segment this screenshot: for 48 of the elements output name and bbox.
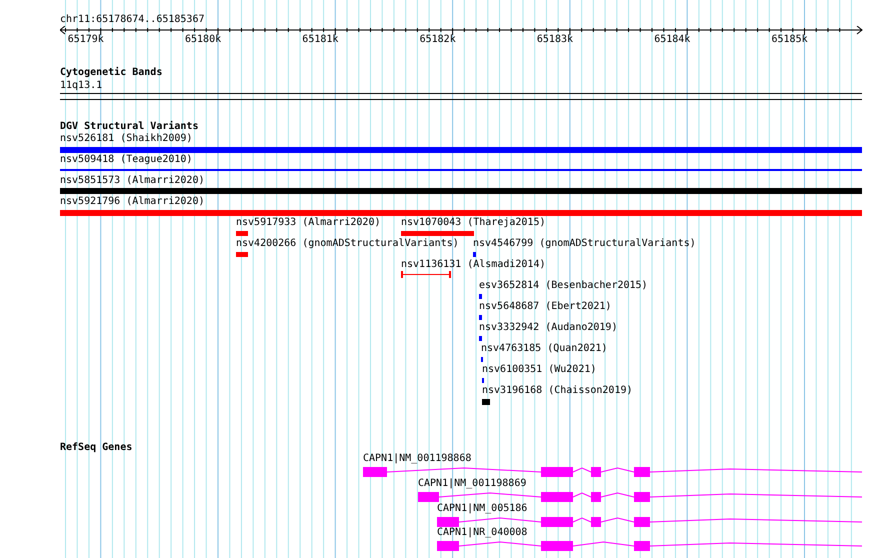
variant-bar[interactable] — [482, 399, 490, 405]
variant-label: nsv5648687 (Ebert2021) — [479, 301, 612, 313]
variant-bar[interactable] — [60, 210, 862, 216]
gene-label: CAPN1|NM_001198869 — [418, 478, 526, 490]
gene-label: CAPN1|NM_001198868 — [363, 453, 472, 465]
gene-label: CAPN1|NM_005186 — [437, 503, 528, 515]
ruler-tick-label: 65180k — [185, 34, 222, 46]
ruler-tick-label: 65184k — [654, 34, 690, 46]
gene-label: CAPN1|NR_040008 — [437, 527, 528, 539]
variant-bar[interactable] — [479, 294, 482, 299]
variant-bar[interactable] — [479, 336, 482, 341]
variant-label: nsv4546799 (gnomADStructuralVariants) — [473, 238, 696, 250]
variant-label: nsv526181 (Shaikh2009) — [60, 133, 192, 145]
ruler-tick-label: 65182k — [420, 34, 456, 46]
variant-label: nsv5917933 (Almarri2020) — [236, 217, 380, 229]
variant-label: nsv4200266 (gnomADStructuralVariants) — [236, 238, 459, 250]
ruler-tick-label: 65183k — [536, 34, 574, 46]
variant-label: nsv5921796 (Almarri2020) — [60, 196, 204, 208]
band-label: 11q13.1 — [60, 80, 102, 92]
variant-line[interactable] — [60, 169, 862, 170]
variant-span-drawing[interactable] — [401, 271, 451, 278]
variant-bar[interactable] — [60, 188, 862, 194]
variant-bar[interactable] — [401, 231, 474, 236]
gene-model-drawing[interactable] — [437, 538, 862, 551]
variant-bar[interactable] — [60, 147, 862, 153]
location-label: chr11:65178674..65185367 — [60, 14, 204, 26]
variant-bar[interactable] — [473, 252, 476, 257]
gene-model-drawing[interactable] — [363, 464, 862, 477]
variant-label: nsv1070043 (Thareja2015) — [401, 217, 546, 229]
variant-label: nsv3332942 (Audano2019) — [479, 322, 618, 334]
ruler-tick-label: 65185k — [772, 34, 808, 46]
variant-bar[interactable] — [479, 315, 482, 320]
track-title: RefSeq Genes — [60, 442, 132, 454]
ruler-tick-label: 65179k — [68, 34, 104, 46]
variant-bar[interactable] — [236, 252, 248, 257]
variant-label: nsv509418 (Teague2010) — [60, 154, 192, 166]
variant-bar[interactable] — [236, 231, 248, 236]
ruler-tick-label: 65181k — [302, 34, 338, 46]
variant-label: nsv3196168 (Chaisson2019) — [482, 385, 633, 397]
variant-label: nsv5851573 (Almarri2020) — [60, 175, 204, 187]
variant-label: nsv6100351 (Wu2021) — [482, 364, 596, 376]
variant-label: nsv1136131 (Alsmadi2014) — [401, 259, 546, 271]
track-title: Cytogenetic Bands — [60, 67, 162, 79]
variant-label: nsv4763185 (Quan2021) — [481, 343, 608, 355]
variant-label: esv3652814 (Besenbacher2015) — [479, 280, 648, 292]
gene-model-drawing[interactable] — [437, 514, 862, 527]
track-title: DGV Structural Variants — [60, 121, 198, 133]
gene-model-drawing[interactable] — [418, 489, 862, 502]
